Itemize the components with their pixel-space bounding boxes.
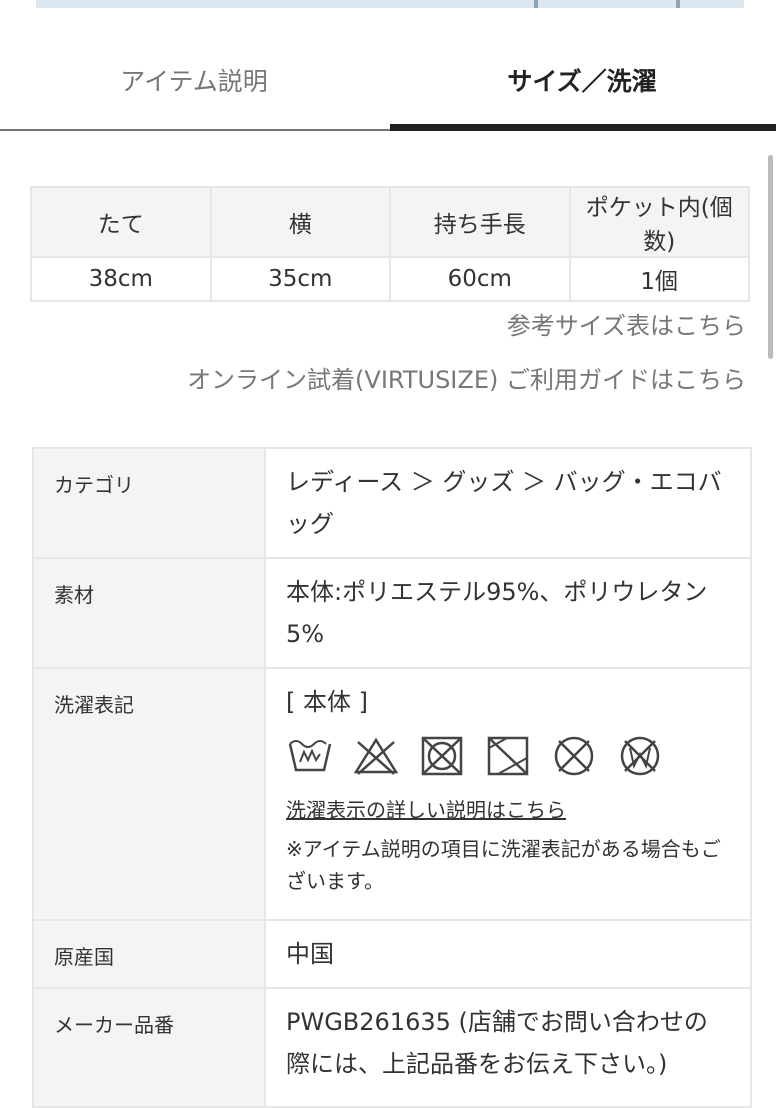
size-value-pocket: 1個 <box>568 256 750 302</box>
tab-underline <box>0 129 390 131</box>
spec-label-category: カテゴリ <box>32 447 266 559</box>
size-header-width: 横 <box>209 186 391 258</box>
care-detail-link[interactable]: 洗濯表示の詳しい説明はこちら <box>286 795 730 825</box>
virtusize-guide-link[interactable]: オンライン試着(VIRTUSIZE) ご利用ガイドはこちら <box>187 360 746 395</box>
size-header-height: たて <box>30 186 212 258</box>
spec-value-maker-number: PWGB261635 (店舗でお問い合わせの際には、上記品番をお伝え下さい。) <box>264 987 752 1108</box>
no-wet-clean-icon <box>620 736 660 776</box>
hand-wash-icon <box>288 740 332 772</box>
spec-value-category: レディース ＞ グッズ ＞ バッグ・エコバッグ <box>264 447 752 559</box>
no-tumble-dry-icon <box>421 736 463 776</box>
spec-label-maker-number: メーカー品番 <box>32 987 266 1108</box>
no-dry-clean-icon <box>554 736 594 776</box>
size-value-handle-length: 60cm <box>389 256 571 302</box>
spec-value-origin: 中国 <box>264 919 752 989</box>
spec-value-care: [ 本体 ] 洗濯表示の詳しい説明はこちら ※アイテム説明の項目に洗濯表記がある… <box>264 667 752 921</box>
tab-active-indicator <box>390 124 776 131</box>
tab-item-description[interactable]: アイテム説明 <box>0 40 388 120</box>
drip-dry-shade-icon <box>487 736 529 776</box>
size-header-pocket: ポケット内(個数) <box>568 186 750 258</box>
spec-value-material: 本体:ポリエステル95%、ポリウレタン5% <box>264 557 752 669</box>
spec-table: カテゴリ レディース ＞ グッズ ＞ バッグ・エコバッグ 素材 本体:ポリエステ… <box>32 447 752 1108</box>
care-note: ※アイテム説明の項目に洗濯表記がある場合もございます。 <box>286 837 721 893</box>
spec-row-material: 素材 本体:ポリエステル95%、ポリウレタン5% <box>32 557 752 669</box>
spec-row-category: カテゴリ レディース ＞ グッズ ＞ バッグ・エコバッグ <box>32 447 752 559</box>
scrollbar-thumb[interactable] <box>768 155 773 359</box>
spec-label-care: 洗濯表記 <box>32 667 266 921</box>
size-header-handle-length: 持ち手長 <box>389 186 571 258</box>
no-bleach-icon <box>353 737 399 775</box>
care-part-header: [ 本体 ] <box>286 688 368 716</box>
size-table-header-row: たて 横 持ち手長 ポケット内(個数) <box>30 186 750 258</box>
spec-label-origin: 原産国 <box>32 919 266 989</box>
info-tabs: アイテム説明 サイズ／洗濯 <box>0 40 776 132</box>
strip-divider <box>676 0 680 8</box>
size-value-height: 38cm <box>30 256 212 302</box>
care-symbol-list <box>286 733 730 779</box>
spec-label-material: 素材 <box>32 557 266 669</box>
tab-size-care[interactable]: サイズ／洗濯 <box>388 40 776 120</box>
spec-row-maker-number: メーカー品番 PWGB261635 (店舗でお問い合わせの際には、上記品番をお伝… <box>32 987 752 1108</box>
spec-row-origin: 原産国 中国 <box>32 919 752 989</box>
size-table: たて 横 持ち手長 ポケット内(個数) 38cm 35cm 60cm 1個 <box>30 186 750 302</box>
spec-row-care: 洗濯表記 [ 本体 ] 洗濯表示の詳しい説明はこちら ※アイテム説明の項目に洗濯… <box>32 667 752 921</box>
size-value-width: 35cm <box>209 256 391 302</box>
size-table-value-row: 38cm 35cm 60cm 1個 <box>30 256 750 302</box>
previous-section-strip <box>36 0 744 8</box>
size-chart-link[interactable]: 参考サイズ表はこちら <box>507 306 746 341</box>
strip-divider <box>534 0 538 8</box>
